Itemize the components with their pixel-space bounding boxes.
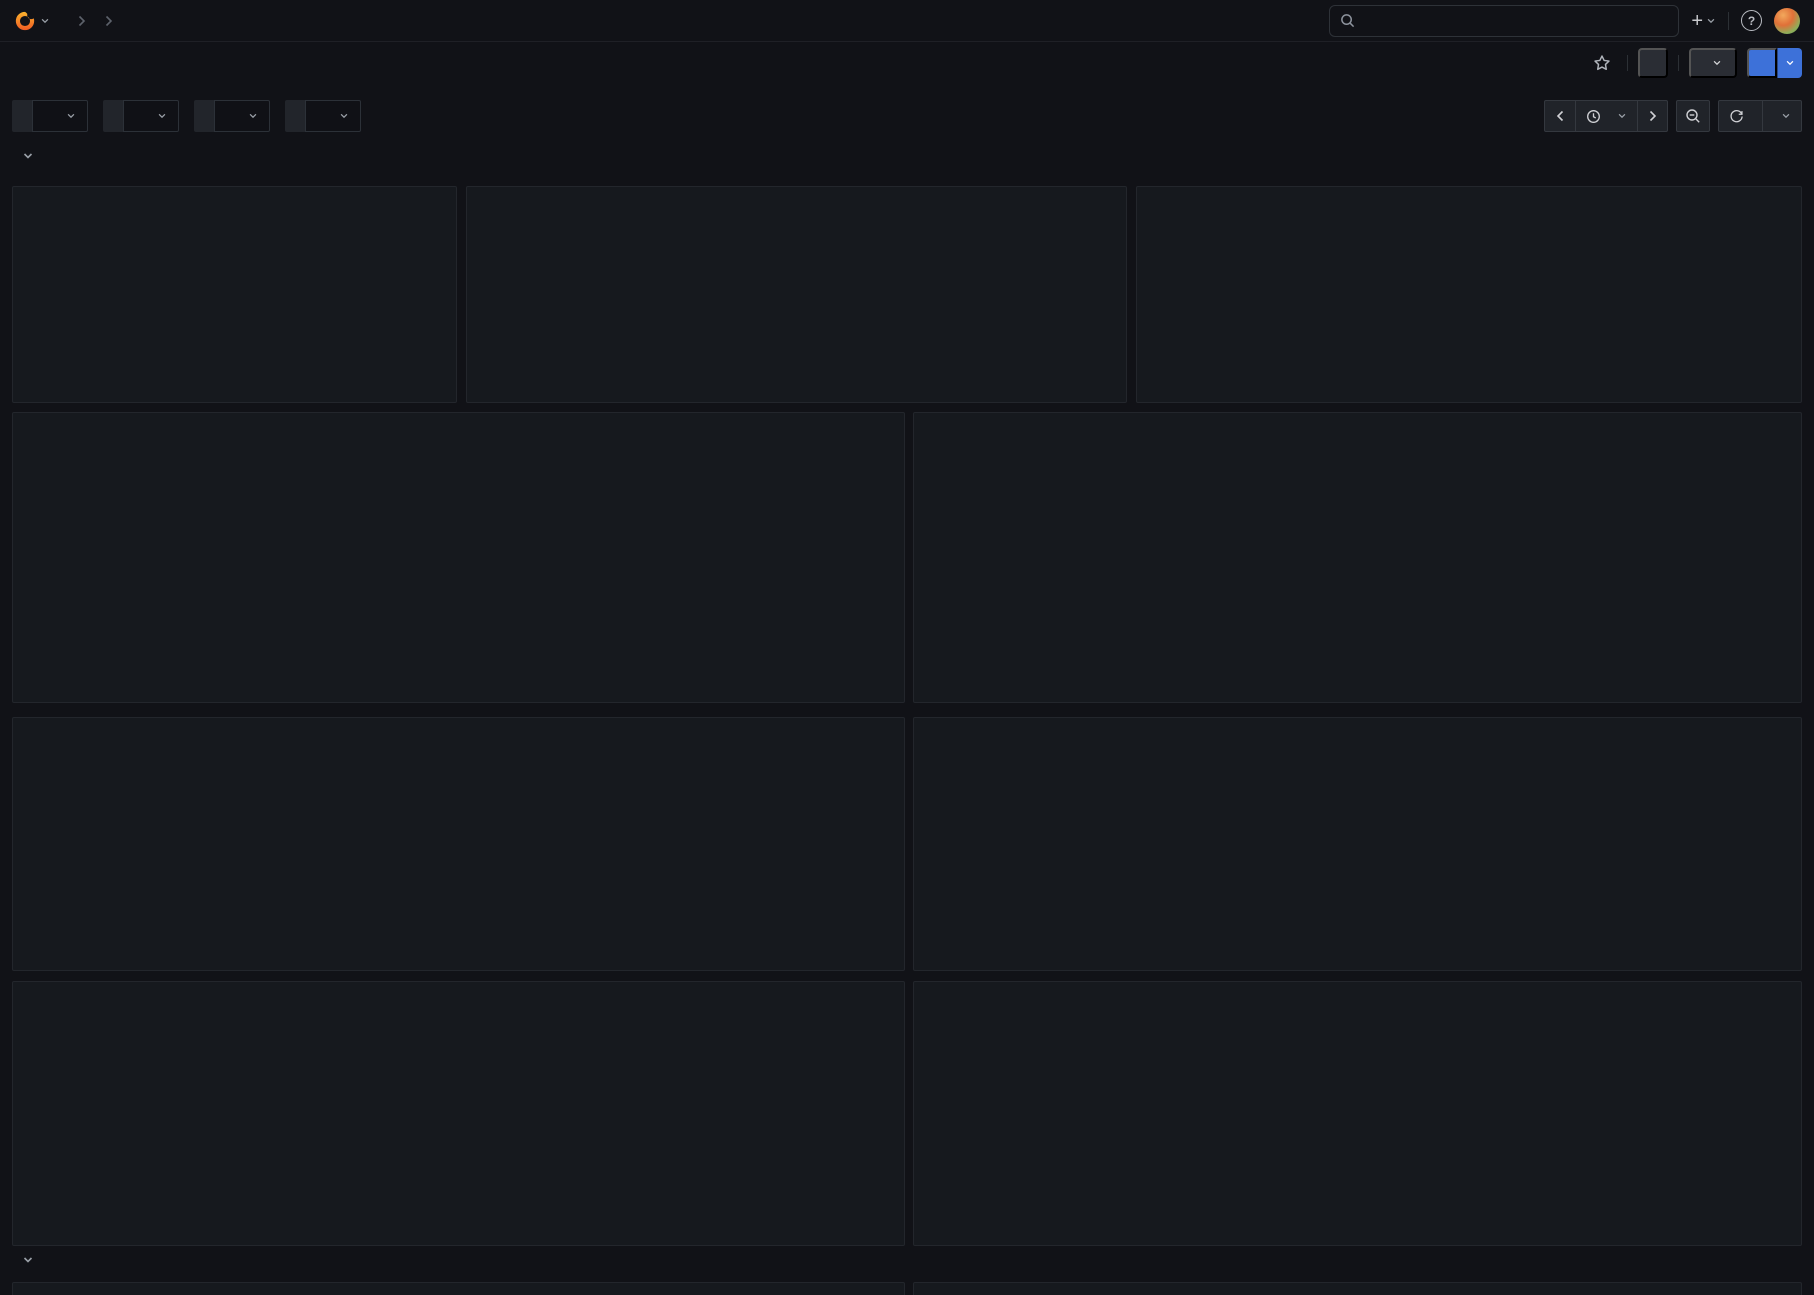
grafana-logo-icon <box>14 10 36 32</box>
variable-datasource[interactable] <box>12 100 88 132</box>
chevron-down-icon <box>339 111 349 121</box>
clock-icon <box>1586 109 1601 124</box>
panel-rps-stat <box>12 186 457 403</box>
global-search[interactable] <box>1329 5 1679 37</box>
dashboard-controls-row <box>12 100 1802 132</box>
variable-http-target[interactable] <box>194 100 270 132</box>
panel-avg-response-size <box>913 717 1802 971</box>
search-input[interactable] <box>1363 13 1660 29</box>
chevron-down-icon <box>248 111 258 121</box>
variable-job[interactable] <box>103 100 179 132</box>
grafana-dashboard-page: + ? <box>0 0 1814 1295</box>
chevron-down-icon <box>1706 16 1716 26</box>
chevron-left-icon <box>1556 110 1565 122</box>
chevron-down-icon <box>1617 111 1627 121</box>
search-icon <box>1340 13 1355 28</box>
export-button[interactable] <box>1689 48 1737 78</box>
refresh-icon <box>1729 109 1744 124</box>
time-series-chart[interactable] <box>467 217 1126 402</box>
chevron-right-icon <box>1648 110 1657 122</box>
panel-active-requests <box>913 412 1802 703</box>
panel-latency-percentiles <box>12 412 905 703</box>
time-range-group <box>1544 100 1668 132</box>
panel-requests-by-method <box>12 981 905 1246</box>
divider <box>1728 12 1729 30</box>
time-series-chart[interactable] <box>13 1012 904 1245</box>
time-shift-forward-button[interactable] <box>1637 101 1667 131</box>
plus-icon: + <box>1691 11 1703 31</box>
dashboard-toolbar <box>1587 48 1802 78</box>
star-dashboard-button[interactable] <box>1587 48 1617 78</box>
user-avatar[interactable] <box>1774 8 1800 34</box>
panel-partial-left <box>12 1282 905 1295</box>
variable-label <box>285 100 305 132</box>
chevron-down-icon <box>1785 58 1795 68</box>
star-icon <box>1593 54 1611 72</box>
variable-label <box>194 100 214 132</box>
share-button[interactable] <box>1747 48 1777 78</box>
top-navbar: + ? <box>0 0 1814 42</box>
variable-label <box>103 100 123 132</box>
time-series-chart[interactable] <box>13 748 904 970</box>
section-row-triton-inference-server[interactable] <box>22 1254 46 1266</box>
zoom-out-time-button[interactable] <box>1676 100 1710 132</box>
breadcrumb <box>68 15 122 27</box>
time-series-chart[interactable] <box>13 443 904 702</box>
refresh-group <box>1718 100 1802 132</box>
divider <box>1627 55 1628 71</box>
help-button[interactable]: ? <box>1741 10 1762 31</box>
panel-5xx-rate-by-method <box>913 981 1802 1246</box>
variable-triton-model[interactable] <box>285 100 361 132</box>
divider <box>1678 55 1679 71</box>
variable-label <box>12 100 32 132</box>
section-row-nim-embeddings[interactable] <box>22 150 46 162</box>
chevron-down-icon <box>22 1254 34 1266</box>
time-range-picker[interactable] <box>1575 101 1637 131</box>
time-series-chart[interactable] <box>1137 217 1801 402</box>
share-menu-button[interactable] <box>1777 48 1802 78</box>
panel-avg-request-size <box>12 717 905 971</box>
add-new-button[interactable]: + <box>1691 11 1716 31</box>
no-data-chart[interactable] <box>914 1012 1801 1245</box>
panel-requests-by-http-status <box>466 186 1127 403</box>
question-mark-icon: ? <box>1748 14 1755 28</box>
edit-button[interactable] <box>1638 48 1668 78</box>
time-series-chart[interactable] <box>914 443 1801 702</box>
chevron-down-icon <box>66 111 76 121</box>
grafana-logo-button[interactable] <box>14 10 50 32</box>
chevron-down-icon <box>1781 111 1791 121</box>
refresh-interval-picker[interactable] <box>1762 101 1801 131</box>
zoom-out-icon <box>1685 108 1701 124</box>
panel-partial-right <box>913 1282 1802 1295</box>
chevron-down-icon <box>1712 58 1722 68</box>
time-series-chart[interactable] <box>914 748 1801 970</box>
stat-display <box>13 217 456 402</box>
chevron-right-icon <box>77 15 86 27</box>
refresh-button[interactable] <box>1719 101 1762 131</box>
chevron-right-icon <box>104 15 113 27</box>
chevron-down-icon <box>22 150 34 162</box>
chevron-down-icon <box>40 16 50 26</box>
chevron-down-icon <box>157 111 167 121</box>
time-shift-back-button[interactable] <box>1545 101 1575 131</box>
panel-error-rate-5xx <box>1136 186 1802 403</box>
